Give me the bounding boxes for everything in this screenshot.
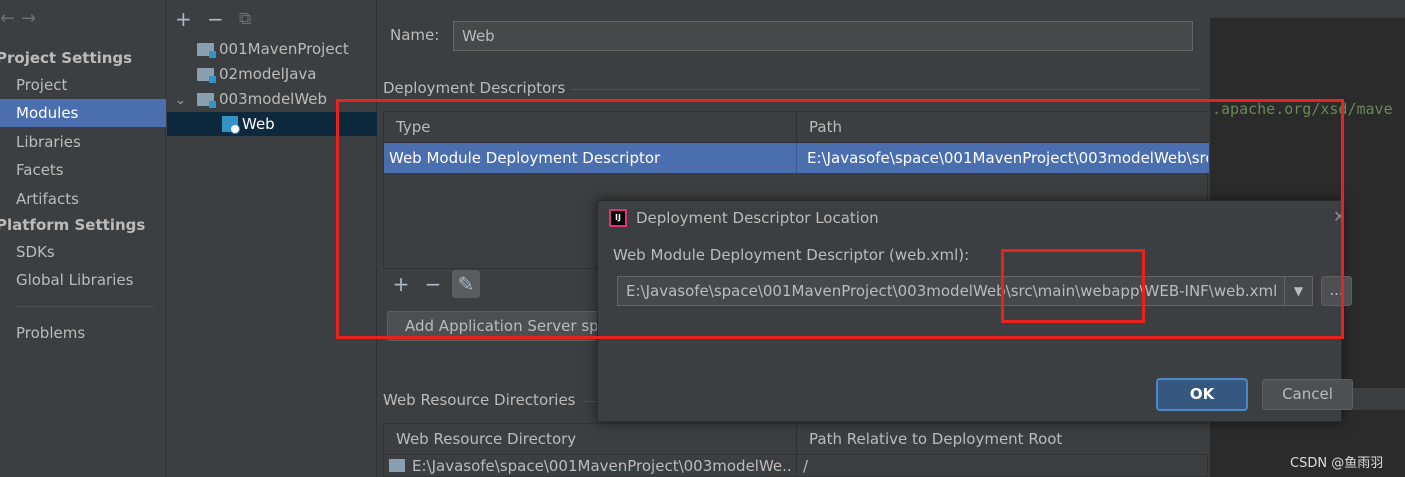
sidebar-divider [16, 306, 154, 307]
module-folder-icon [197, 93, 216, 108]
deployment-descriptors-title: Deployment Descriptors [383, 79, 566, 97]
cancel-button[interactable]: Cancel [1262, 379, 1353, 410]
sidebar-item-libraries[interactable]: Libraries [0, 128, 166, 156]
sidebar-item-global-libraries[interactable]: Global Libraries [0, 266, 166, 294]
tree-item-label: 02modelJava [219, 65, 317, 83]
settings-sidebar: ←→ Project Settings Project Modules Libr… [0, 0, 166, 477]
watermark: CSDN @鱼雨羽 [1290, 456, 1384, 471]
module-folder-icon [197, 43, 216, 58]
back-arrow-icon[interactable]: ← [0, 8, 21, 29]
web-resource-path-cell: / [796, 451, 856, 477]
sidebar-item-project[interactable]: Project [0, 71, 166, 99]
ok-button[interactable]: OK [1156, 378, 1248, 411]
tree-item-label: Web [242, 115, 275, 133]
tree-item-label: 003modelWeb [219, 90, 328, 108]
platform-settings-header: Platform Settings [0, 216, 146, 234]
forward-arrow-icon[interactable]: → [21, 8, 42, 29]
annotation-rectangle-highlight [1001, 249, 1145, 323]
chevron-down-icon[interactable]: ⌄ [175, 89, 197, 113]
web-resource-table: Web Resource Directory Path Relative to … [383, 423, 1209, 477]
module-folder-icon [197, 68, 216, 83]
web-resource-dir-cell: E:\Javasofe\space\001MavenProject\003mod… [412, 457, 792, 475]
copy-module-icon[interactable]: ⧉ [239, 8, 251, 30]
remove-module-icon[interactable]: − [207, 8, 224, 30]
sidebar-item-sdks[interactable]: SDKs [0, 238, 166, 266]
name-label: Name: [390, 26, 440, 44]
column-header-relative-path[interactable]: Path Relative to Deployment Root [796, 424, 1209, 455]
tree-item-02modeljava[interactable]: 02modelJava [197, 62, 377, 86]
sidebar-item-artifacts[interactable]: Artifacts [0, 185, 166, 213]
project-settings-header: Project Settings [0, 49, 133, 67]
tree-item-001mavenproject[interactable]: 001MavenProject [197, 37, 377, 61]
group-divider [570, 89, 1200, 90]
tree-item-label: 001MavenProject [219, 40, 349, 58]
web-resource-directories-title: Web Resource Directories [383, 391, 576, 409]
editor-tab-strip [1210, 0, 1405, 18]
nav-arrows: ←→ [0, 8, 42, 29]
add-module-icon[interactable]: + [175, 8, 192, 30]
table-row[interactable]: E:\Javasofe\space\001MavenProject\003mod… [384, 451, 1209, 477]
sidebar-item-facets[interactable]: Facets [0, 156, 166, 184]
annotation-rectangle [336, 99, 1344, 339]
sidebar-item-modules[interactable]: Modules [0, 99, 166, 127]
sidebar-item-problems[interactable]: Problems [0, 319, 166, 347]
web-facet-icon [222, 116, 240, 134]
name-input[interactable]: Web [453, 21, 1193, 51]
web-folder-icon [389, 459, 405, 472]
